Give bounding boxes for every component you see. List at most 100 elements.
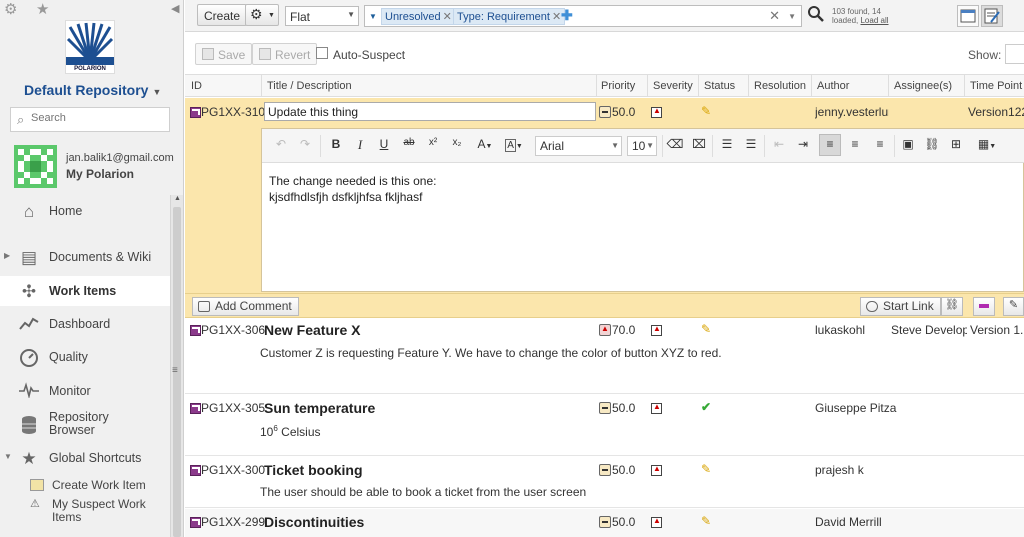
- row-priority[interactable]: 50.0: [599, 515, 635, 529]
- clear-icon[interactable]: ✕: [769, 8, 780, 24]
- auto-suspect-checkbox[interactable]: [316, 47, 328, 59]
- row-id[interactable]: PG1XX-306: [201, 323, 265, 337]
- row-title[interactable]: New Feature X: [264, 322, 360, 338]
- splitter-handle[interactable]: ≡: [172, 365, 178, 376]
- font-color-icon[interactable]: A▼: [473, 137, 497, 155]
- table-view-button[interactable]: [957, 5, 979, 27]
- settings-button[interactable]: ⚙ ▼: [245, 4, 279, 26]
- create-button[interactable]: Create: [197, 4, 248, 26]
- query-menu-icon[interactable]: ▼: [369, 12, 377, 21]
- table-row[interactable]: PG1XX-306 New Feature X Customer Z is re…: [185, 318, 1024, 394]
- hierarchy-icon[interactable]: ⊞: [947, 137, 965, 155]
- description-editor[interactable]: ↶ ↷ B I U ab x² x₂ A▼ A ▼ Arial ▼ 10 ▼ ⌫ ⌧ …: [261, 128, 1024, 292]
- column-time-point[interactable]: Time Point: [970, 80, 1022, 92]
- redo-icon[interactable]: ↷: [296, 137, 314, 155]
- expand-icon[interactable]: ▶: [4, 251, 10, 260]
- table-row[interactable]: PG1XX-300 Ticket booking The user should…: [185, 457, 1024, 508]
- checkmark-icon[interactable]: ✔: [701, 400, 711, 414]
- add-filter-icon[interactable]: ✚: [561, 7, 573, 24]
- italic-icon[interactable]: I: [352, 137, 368, 155]
- column-assignee[interactable]: Assignee(s): [894, 80, 952, 92]
- pencil-icon[interactable]: ✎: [701, 462, 711, 476]
- pencil-icon[interactable]: ✎: [701, 322, 711, 336]
- column-status[interactable]: Status: [704, 80, 735, 92]
- remove-chip-icon[interactable]: ✕: [552, 11, 561, 23]
- pencil-icon[interactable]: ✎: [701, 104, 711, 118]
- sidebar-item-documents[interactable]: ▶ ▤ Documents & Wiki: [0, 242, 170, 272]
- severity-icon[interactable]: [651, 464, 662, 476]
- row-priority[interactable]: 50.0: [599, 463, 635, 477]
- column-id[interactable]: ID: [191, 80, 202, 92]
- outdent-icon[interactable]: ⇤: [770, 137, 788, 155]
- clear-format-icon[interactable]: ⌧: [690, 137, 708, 155]
- revert-button[interactable]: Revert: [252, 43, 318, 65]
- start-link-button[interactable]: Start Link: [860, 297, 941, 316]
- table-row[interactable]: PG1XX-305 Sun temperature 106 Celsius 50…: [185, 395, 1024, 456]
- collapse-icon[interactable]: ▼: [4, 452, 12, 461]
- font-family-select[interactable]: Arial ▼: [535, 136, 622, 156]
- superscript-icon[interactable]: x²: [424, 137, 442, 155]
- row-priority[interactable]: 70.0: [599, 323, 635, 337]
- link-icon[interactable]: ⛓: [923, 137, 941, 155]
- column-resolution[interactable]: Resolution: [754, 80, 806, 92]
- eraser-icon[interactable]: ⌫: [666, 137, 684, 155]
- load-all-link[interactable]: Load all: [860, 16, 888, 25]
- indent-icon[interactable]: ⇥: [794, 137, 812, 155]
- show-columns-button[interactable]: [1005, 44, 1024, 64]
- search-button[interactable]: [805, 5, 827, 27]
- query-field[interactable]: ▼ Unresolved ✕ Type: Requirement ✕ ✚ ✕ ▼: [364, 5, 802, 27]
- highlight-color-icon[interactable]: A ▼: [502, 137, 526, 155]
- shortcut-create-work-item[interactable]: Create Work Item: [30, 478, 146, 492]
- sidebar-item-work-items[interactable]: ✣ Work Items: [0, 276, 170, 306]
- query-chip-type[interactable]: Type: Requirement ✕: [453, 8, 566, 25]
- link-button[interactable]: ⛓: [941, 297, 963, 316]
- remove-chip-icon[interactable]: ✕: [443, 11, 452, 23]
- row-priority[interactable]: 50.0: [599, 105, 635, 119]
- gear-icon[interactable]: ⚙: [4, 0, 17, 18]
- polarion-logo[interactable]: POLARION: [65, 20, 115, 74]
- row-id[interactable]: PG1XX-310: [201, 105, 265, 119]
- numbered-list-icon[interactable]: ☰: [718, 137, 736, 155]
- sidebar-item-dashboard[interactable]: Dashboard: [0, 309, 170, 339]
- query-chip-unresolved[interactable]: Unresolved ✕: [381, 8, 456, 25]
- font-size-select[interactable]: 10 ▼: [627, 136, 657, 156]
- column-author[interactable]: Author: [817, 80, 849, 92]
- description-text[interactable]: The change needed is this one: kjsdfhdls…: [269, 173, 436, 205]
- row-priority[interactable]: 50.0: [599, 401, 635, 415]
- sidebar-item-global-shortcuts[interactable]: ▼ ★ Global Shortcuts: [0, 443, 170, 473]
- star-icon[interactable]: ★: [36, 0, 49, 18]
- severity-icon[interactable]: [651, 402, 662, 414]
- sidebar-item-monitor[interactable]: Monitor: [0, 376, 170, 406]
- column-title[interactable]: Title / Description: [267, 80, 352, 92]
- scroll-up-icon[interactable]: ▲: [174, 195, 181, 202]
- image-icon[interactable]: ▣: [899, 137, 917, 155]
- align-right-icon[interactable]: ≡: [871, 137, 889, 155]
- bullet-list-icon[interactable]: ☰: [742, 137, 760, 155]
- column-priority[interactable]: Priority: [601, 80, 635, 92]
- save-button[interactable]: Save: [195, 43, 253, 65]
- row-id[interactable]: PG1XX-300: [201, 463, 265, 477]
- remove-button[interactable]: [973, 297, 995, 316]
- row-id[interactable]: PG1XX-299: [201, 515, 265, 529]
- edit-button[interactable]: ✎: [1003, 297, 1024, 316]
- view-mode-select[interactable]: Flat ▼: [285, 6, 359, 26]
- sidebar-item-quality[interactable]: Quality: [0, 342, 170, 372]
- add-comment-button[interactable]: Add Comment: [192, 297, 299, 316]
- shortcut-my-suspect-items[interactable]: ⚠ My Suspect Work Items: [30, 498, 146, 524]
- table-row[interactable]: PG1XX-299 Discontinuities 50.0 ✎ David M…: [185, 509, 1024, 537]
- row-title[interactable]: Sun temperature: [264, 400, 375, 416]
- column-severity[interactable]: Severity: [653, 80, 693, 92]
- pencil-icon[interactable]: ✎: [701, 514, 711, 528]
- severity-icon[interactable]: [651, 106, 662, 118]
- sidebar-search[interactable]: ⌕: [10, 107, 170, 132]
- strikethrough-icon[interactable]: ab: [400, 137, 418, 155]
- underline-icon[interactable]: U: [376, 137, 392, 155]
- bold-icon[interactable]: B: [328, 137, 344, 155]
- undo-icon[interactable]: ↶: [272, 137, 290, 155]
- document-view-button[interactable]: [981, 5, 1003, 27]
- row-title[interactable]: Ticket booking: [264, 462, 363, 478]
- subscript-icon[interactable]: x₂: [448, 137, 466, 155]
- align-center-icon[interactable]: ≡: [846, 137, 864, 155]
- search-input[interactable]: [31, 112, 161, 124]
- row-id[interactable]: PG1XX-305: [201, 401, 265, 415]
